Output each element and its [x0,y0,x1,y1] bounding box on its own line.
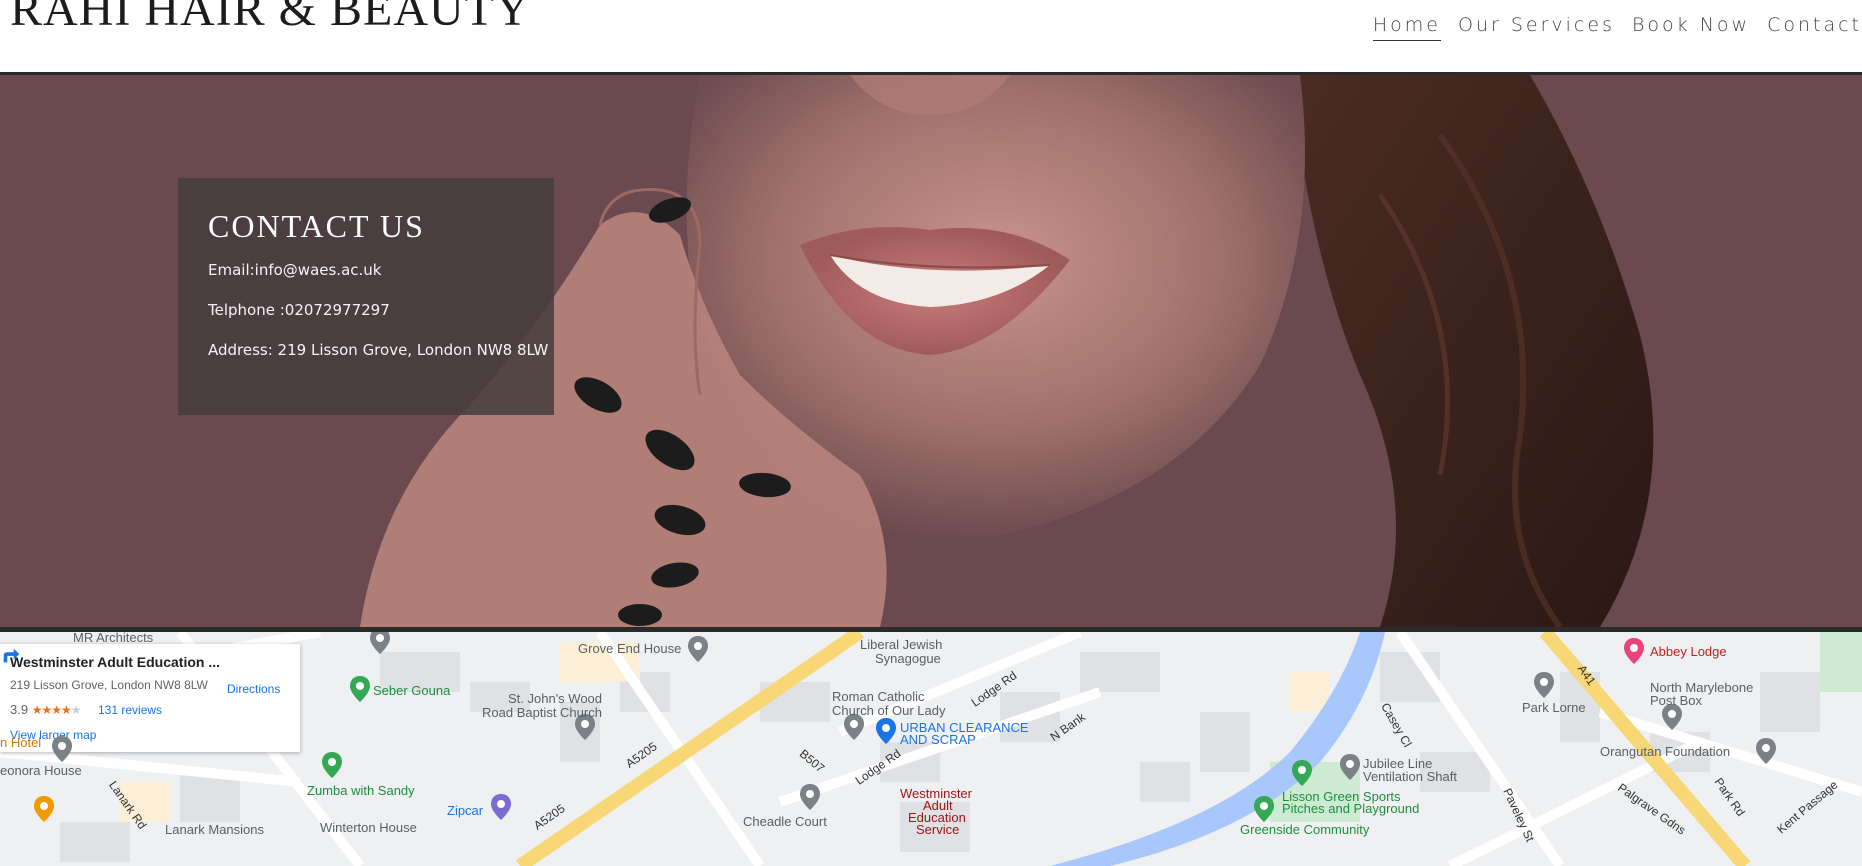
map-label[interactable]: Road Baptist Church [482,705,602,720]
map-pin-icon[interactable] [1254,796,1274,822]
map-label[interactable]: Lanark Mansions [165,822,264,837]
rating-stars-icon: ★★★★★ [31,703,82,717]
map-label[interactable]: Zumba with Sandy [307,783,415,798]
map-pin-icon[interactable] [1292,760,1312,786]
map-label[interactable]: Grove End House [578,641,681,656]
map-pin-icon[interactable] [52,736,72,762]
map-pin-icon[interactable] [1624,638,1644,664]
nav-contact[interactable]: Contact [1767,14,1862,41]
map-label[interactable]: St. John's Wood [508,691,602,706]
map-pin-icon[interactable] [491,794,511,820]
reviews-link[interactable]: 131 reviews [98,703,162,717]
map-label[interactable]: Park Lorne [1522,700,1586,715]
map-label[interactable]: Ventilation Shaft [1363,769,1457,784]
map-pin-icon[interactable] [370,632,390,654]
map-pin-icon[interactable] [800,784,820,810]
place-address: 219 Lisson Grove, London NW8 8LW [10,678,208,692]
rating-value: 3.9 [10,702,29,717]
site-logo[interactable]: RAHI HAIR & BEAUTY [10,0,531,37]
map-label[interactable]: Winterton House [320,820,417,835]
map-label[interactable]: Greenside Community [1240,822,1369,837]
place-name[interactable]: Westminster Adult Education ... [10,654,220,670]
map-label[interactable]: eonora House [0,763,82,778]
contact-address: Address: 219 Lisson Grove, London NW8 8L… [208,341,549,359]
contact-panel: CONTACT US Email:info@waes.ac.uk Telphon… [178,178,554,415]
map-label[interactable]: Cheadle Court [743,814,827,829]
map-pin-icon[interactable] [1340,754,1360,780]
map-label[interactable]: Synagogue [875,651,941,666]
map-pin-icon[interactable] [1534,672,1554,698]
map-label[interactable]: Roman Catholic [832,689,925,704]
directions-icon[interactable] [0,644,22,666]
map-pin-icon[interactable] [350,676,370,702]
google-map[interactable]: Westminster Adult Education ... 219 Liss… [0,632,1862,866]
place-rating: 3.9 ★★★★★ [10,702,81,717]
contact-email[interactable]: Email:info@waes.ac.uk [208,261,381,279]
map-pin-icon[interactable] [1756,738,1776,764]
map-pin-icon[interactable] [322,752,342,778]
map-pin-icon[interactable] [688,636,708,662]
nav-home[interactable]: Home [1372,14,1441,41]
contact-phone[interactable]: Telphone :02072977297 [208,301,390,319]
map-label[interactable]: MR Architects [73,632,153,645]
hero-banner: CONTACT US Email:info@waes.ac.uk Telphon… [0,75,1862,627]
map-label[interactable]: Post Box [1650,693,1702,708]
map-label[interactable]: n Hotel [0,735,41,750]
map-label[interactable]: Pitches and Playground [1282,801,1419,816]
map-pin-icon[interactable] [876,718,896,744]
map-label[interactable]: Orangutan Foundation [1600,744,1730,759]
map-label[interactable]: Zipcar [447,803,483,818]
nav-our-services[interactable]: Our Services [1458,14,1615,41]
map-label[interactable]: Seber Gouna [373,683,450,698]
main-nav: Home Our Services Book Now Contact [1372,14,1862,41]
contact-title: CONTACT US [208,208,425,244]
map-label[interactable]: Church of Our Lady [832,703,945,718]
directions-link[interactable]: Directions [227,682,280,696]
map-label[interactable]: Service [916,822,959,837]
place-info-card: Westminster Adult Education ... 219 Liss… [0,644,300,752]
nav-book-now[interactable]: Book Now [1632,14,1750,41]
map-label[interactable]: AND SCRAP [900,732,976,747]
map-label[interactable]: Abbey Lodge [1650,644,1727,659]
map-label[interactable]: Liberal Jewish [860,637,942,652]
map-pin-icon[interactable] [34,796,54,822]
site-header: RAHI HAIR & BEAUTY Home Our Services Boo… [0,0,1862,75]
